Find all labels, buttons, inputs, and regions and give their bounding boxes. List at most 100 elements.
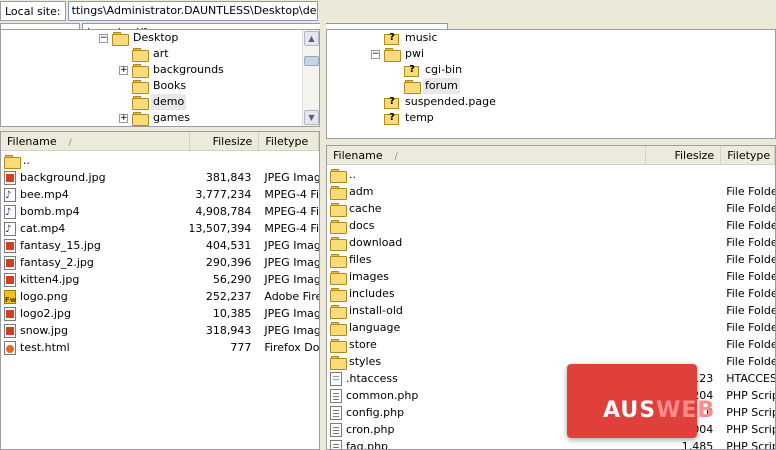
folder-icon (330, 304, 347, 319)
file-row[interactable]: styles File Folder (327, 353, 775, 370)
file-name-cell: .. (327, 166, 646, 183)
tree-item[interactable]: − pwi (371, 46, 426, 62)
file-name-cell: bomb.mp4 (1, 203, 190, 220)
file-row[interactable]: fantasy_2.jpg 290,396 JPEG Image (1, 254, 319, 271)
file-row[interactable]: language File Folder (327, 319, 775, 336)
file-row[interactable]: store File Folder (327, 336, 775, 353)
file-type (259, 152, 319, 169)
file-row[interactable]: .. (327, 166, 775, 183)
jpeg-file-icon (4, 323, 16, 338)
jpeg-file-icon (4, 238, 16, 253)
file-row[interactable]: faq.php 1,485 PHP Script (327, 438, 775, 450)
php-file-icon (330, 405, 342, 420)
tree-item[interactable]: ? suspended.page (371, 94, 498, 110)
col-filetype[interactable]: Filetype (259, 132, 319, 151)
local-folder-tree: − Desktop art + backgrounds Books demo + games ▲… (0, 29, 320, 127)
tree-item-label: Books (153, 79, 187, 92)
file-name-cell: store (327, 336, 646, 353)
file-name: .. (23, 154, 30, 167)
col-filesize[interactable]: Filesize (190, 132, 260, 151)
file-size: 290,396 (205, 256, 252, 269)
tree-item[interactable]: + backgrounds (119, 62, 226, 78)
file-row[interactable]: docs File Folder (327, 217, 775, 234)
file-row[interactable]: snow.jpg 318,943 JPEG Image (1, 322, 319, 339)
php-file-icon (330, 422, 342, 437)
file-row[interactable]: background.jpg 381,843 JPEG Image (1, 169, 319, 186)
file-name-cell: download (327, 234, 646, 251)
file-name: logo.png (20, 290, 68, 303)
file-type: JPEG Image (264, 307, 319, 320)
file-type: File Folder (726, 270, 775, 283)
tree-item[interactable]: demo (119, 94, 187, 110)
file-row[interactable]: download File Folder (327, 234, 775, 251)
tree-item[interactable]: art (119, 46, 171, 62)
folder-icon (132, 80, 149, 94)
file-row[interactable]: images File Folder (327, 268, 775, 285)
file-row[interactable]: cache File Folder (327, 200, 775, 217)
generic-file-icon (330, 371, 342, 386)
tree-item[interactable]: Books (119, 78, 188, 94)
col-filetype[interactable]: Filetype (721, 146, 775, 165)
file-name: files (349, 253, 372, 266)
tree-item-label: pwi (405, 47, 425, 60)
expand-toggle-icon[interactable]: + (119, 113, 128, 123)
expand-toggle-icon[interactable]: − (99, 33, 108, 43)
file-row[interactable]: .htaccess123HTACCESS (327, 370, 775, 387)
file-row[interactable]: adm File Folder (327, 183, 775, 200)
file-name: store (349, 338, 377, 351)
tree-item[interactable]: + games (119, 110, 192, 126)
expand-toggle-icon[interactable]: + (119, 65, 128, 75)
local-site-path-input[interactable]: ttings\Administrator.DAUNTLESS\Desktop\d… (67, 1, 318, 21)
file-row[interactable]: logo2.jpg 10,385 JPEG Image (1, 305, 319, 322)
scroll-down-icon[interactable]: ▼ (304, 110, 319, 125)
unknown-folder-icon: ? (384, 95, 400, 109)
file-row[interactable]: bee.mp4 3,777,234 MPEG-4 File (1, 186, 319, 203)
file-name: faq.php (346, 440, 389, 450)
tree-item[interactable]: ? music (371, 30, 440, 46)
file-row[interactable]: test.html 777 Firefox Doc (1, 339, 319, 356)
folder-icon (384, 48, 401, 62)
tree-item[interactable]: ? cgi-bin (391, 62, 464, 78)
file-name: snow.jpg (20, 324, 68, 337)
file-row[interactable]: files File Folder (327, 251, 775, 268)
file-row[interactable]: logo.png 252,237 Adobe Firew (1, 288, 319, 305)
file-row[interactable]: includes File Folder (327, 285, 775, 302)
tree-item-label: music (405, 31, 438, 44)
file-row[interactable]: fantasy_15.jpg 404,531 JPEG Image (1, 237, 319, 254)
folder-icon (330, 321, 347, 336)
file-type: JPEG Image (264, 171, 319, 184)
scroll-thumb[interactable] (304, 56, 319, 66)
expand-toggle-icon[interactable]: − (371, 49, 380, 59)
file-name-cell: faq.php (327, 438, 646, 450)
file-name: cat.mp4 (20, 222, 66, 235)
col-filename[interactable]: Filename / (1, 132, 190, 151)
file-name: images (349, 270, 389, 283)
tree-item[interactable]: − Desktop (99, 30, 180, 46)
file-row[interactable]: bomb.mp4 4,908,784 MPEG-4 File (1, 203, 319, 220)
mpeg-file-icon (4, 187, 16, 203)
file-size (646, 268, 722, 285)
col-filesize[interactable]: Filesize (646, 146, 722, 165)
file-name: cron.php (346, 423, 395, 436)
file-name-cell: logo2.jpg (1, 305, 190, 322)
tree-item[interactable]: ? temp (371, 110, 436, 126)
folder-icon (4, 154, 21, 169)
file-type: MPEG-4 File (264, 222, 319, 235)
file-row[interactable]: install-old File Folder (327, 302, 775, 319)
file-row[interactable]: kitten4.jpg 56,290 JPEG Image (1, 271, 319, 288)
local-tree-scrollbar[interactable]: ▲ ▼ (302, 30, 319, 126)
file-row[interactable]: cron.php004PHP Script (327, 421, 775, 438)
file-row[interactable]: .. (1, 152, 319, 169)
mpeg-file-icon (4, 221, 16, 237)
tree-item-label: art (153, 47, 169, 60)
unknown-folder-icon: ? (384, 111, 400, 125)
file-type: MPEG-4 File (264, 205, 319, 218)
file-name-cell: language (327, 319, 646, 336)
col-filename[interactable]: Filename / (327, 146, 646, 165)
scroll-up-icon[interactable]: ▲ (304, 31, 319, 46)
file-type: File Folder (726, 202, 775, 215)
file-name: test.html (20, 341, 70, 354)
tree-item[interactable]: forum (391, 78, 460, 94)
file-row[interactable]: cat.mp4 13,507,394 MPEG-4 File (1, 220, 319, 237)
file-size: 252,237 (205, 290, 252, 303)
